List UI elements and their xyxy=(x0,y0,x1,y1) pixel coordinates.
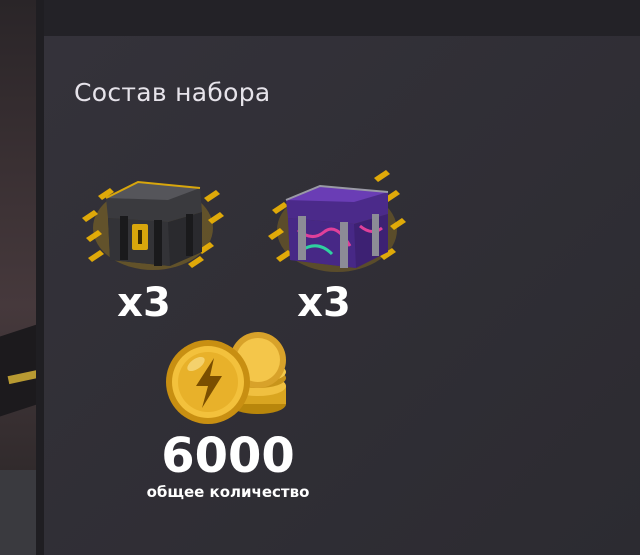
black-gold-container-icon xyxy=(82,180,224,270)
gold-coins-icon xyxy=(166,332,286,424)
panel-title: Состав набора xyxy=(74,78,271,107)
artwork-shape xyxy=(0,320,36,420)
bundle-item-black-container[interactable] xyxy=(78,168,228,278)
artwork-shape xyxy=(0,470,36,555)
currency-amount: 6000 xyxy=(161,428,295,484)
item-quantity: x3 xyxy=(117,280,171,326)
background-artwork xyxy=(0,0,36,555)
bundle-item-purple-container[interactable] xyxy=(262,170,412,280)
purple-container-icon xyxy=(268,170,406,272)
currency-reward[interactable] xyxy=(160,330,300,430)
currency-caption: общее количество xyxy=(146,483,310,501)
panel-divider xyxy=(36,0,44,555)
top-bar xyxy=(44,0,640,36)
item-quantity: x3 xyxy=(297,280,351,326)
